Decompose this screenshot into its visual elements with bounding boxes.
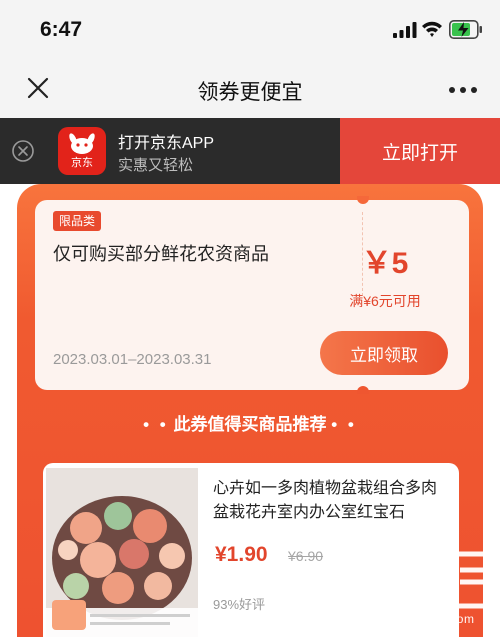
battery-charging-icon: [449, 20, 482, 39]
claim-coupon-button[interactable]: 立即领取: [320, 331, 448, 375]
nav-bar: 领券更便宜: [0, 62, 500, 118]
product-title[interactable]: 心卉如一多肉植物盆栽组合多肉盆栽花卉室内办公室红宝石: [213, 477, 449, 525]
jd-app-icon: 京东: [58, 127, 106, 175]
banner-close-icon[interactable]: [12, 140, 34, 162]
cellular-signal-icon: [393, 22, 417, 38]
coupon-notch-bottom: [357, 386, 369, 394]
watermark-text: zhizhibuzhi.com: [381, 612, 475, 626]
clock: 6:47: [40, 18, 83, 41]
app-banner-subtitle: 实惠又轻松: [118, 157, 194, 174]
page-title: 领券更便宜: [197, 81, 303, 104]
category-tag: 限品类: [53, 211, 102, 231]
open-app-button[interactable]: 立即打开: [340, 118, 500, 184]
coupon-condition: 满¥6元可用: [349, 293, 421, 309]
product-rating: 93%好评: [213, 597, 266, 612]
coupon-amount: ￥5: [361, 247, 409, 280]
recommend-title: 此券值得买商品推荐: [173, 415, 327, 434]
product-price: ¥1.90: [215, 543, 268, 566]
product-image[interactable]: [46, 468, 198, 637]
wifi-icon: [422, 21, 442, 37]
open-app-banner[interactable]: 京东 打开京东APP 实惠又轻松 立即打开: [0, 118, 500, 184]
recommend-heading: • • 此券值得买商品推荐 • •: [0, 410, 500, 435]
app-banner-title: 打开京东APP: [118, 135, 215, 152]
status-bar: 6:47: [0, 0, 500, 62]
more-options-icon[interactable]: [448, 86, 478, 94]
coupon-name: 仅可购买部分鲜花农资商品: [53, 244, 269, 264]
app-icon-label: 京东: [71, 157, 93, 169]
coupon-validity-dates: 2023.03.01–2023.03.31: [53, 351, 212, 368]
decor-dots-right: • •: [331, 415, 357, 434]
product-original-price: ¥6.90: [288, 548, 324, 564]
decor-dots-left: • •: [143, 415, 169, 434]
